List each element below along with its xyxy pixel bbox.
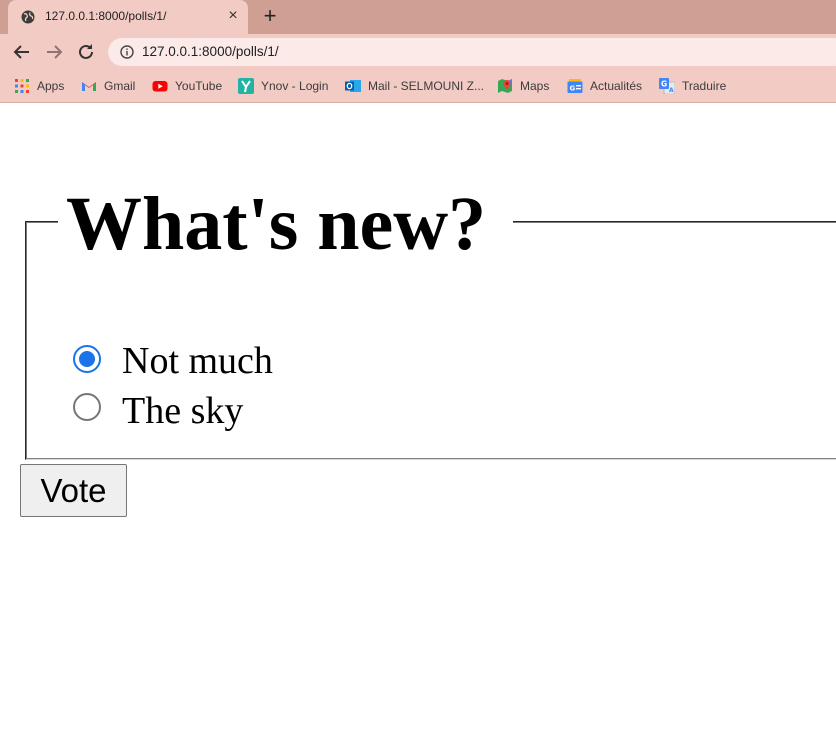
svg-text:G: G [570,85,576,93]
svg-text:G: G [661,80,667,89]
bookmark-actualites[interactable]: G Actualités [567,77,642,95]
close-tab-icon[interactable]: × [225,8,241,24]
bookmark-label: Actualités [590,79,643,93]
tab-strip: 127.0.0.1:8000/polls/1/ × + [0,0,836,34]
apps-grid-icon [15,79,29,93]
choice-label-not-much[interactable]: Not much [122,339,273,383]
ynov-icon [238,78,254,94]
forward-arrow-icon[interactable] [43,41,65,63]
bookmark-mail[interactable]: Mail - SELMOUNI Z... [345,77,484,95]
address-url: 127.0.0.1:8000/polls/1/ [142,44,279,59]
choice-radio-the-sky[interactable] [73,393,101,421]
bookmarks-bar: Apps Gmail YouTube Ynov - Login Mail - S… [0,70,836,103]
choice-radio-not-much[interactable] [73,345,101,373]
globe-icon [21,10,35,24]
bookmark-label: Traduire [682,79,727,93]
vote-button[interactable]: Vote [20,464,127,517]
bookmark-label: Ynov - Login [261,79,329,93]
bookmark-label: Mail - SELMOUNI Z... [368,79,485,93]
site-info-icon[interactable] [120,45,134,59]
maps-icon [498,79,512,93]
gmail-icon [82,82,96,91]
youtube-icon [152,81,168,92]
bookmark-label: Apps [37,79,65,93]
bookmark-youtube[interactable]: YouTube [152,77,222,95]
bookmark-label: Gmail [104,79,136,93]
back-arrow-icon[interactable] [11,41,33,63]
browser-tab[interactable]: 127.0.0.1:8000/polls/1/ × [8,0,248,34]
address-bar[interactable]: 127.0.0.1:8000/polls/1/ [108,38,836,66]
bookmark-traduire[interactable]: G A Traduire [659,77,726,95]
browser-toolbar: 127.0.0.1:8000/polls/1/ [0,34,836,70]
new-tab-button[interactable]: + [259,5,281,28]
choice-label-the-sky[interactable]: The sky [122,389,243,433]
bookmark-maps[interactable]: Maps [497,77,549,95]
translate-icon: G A [659,78,675,94]
tab-title: 127.0.0.1:8000/polls/1/ [45,9,167,23]
outlook-mail-icon [345,80,361,92]
bookmark-gmail[interactable]: Gmail [81,77,135,95]
bookmark-apps[interactable]: Apps [14,77,64,95]
bookmark-label: YouTube [175,79,223,93]
reload-icon[interactable] [75,41,97,63]
bookmark-label: Maps [520,79,550,93]
poll-question-title: What's new? [66,182,487,266]
svg-text:A: A [669,87,674,94]
bookmark-ynov[interactable]: Ynov - Login [238,77,328,95]
news-icon: G [567,79,583,93]
